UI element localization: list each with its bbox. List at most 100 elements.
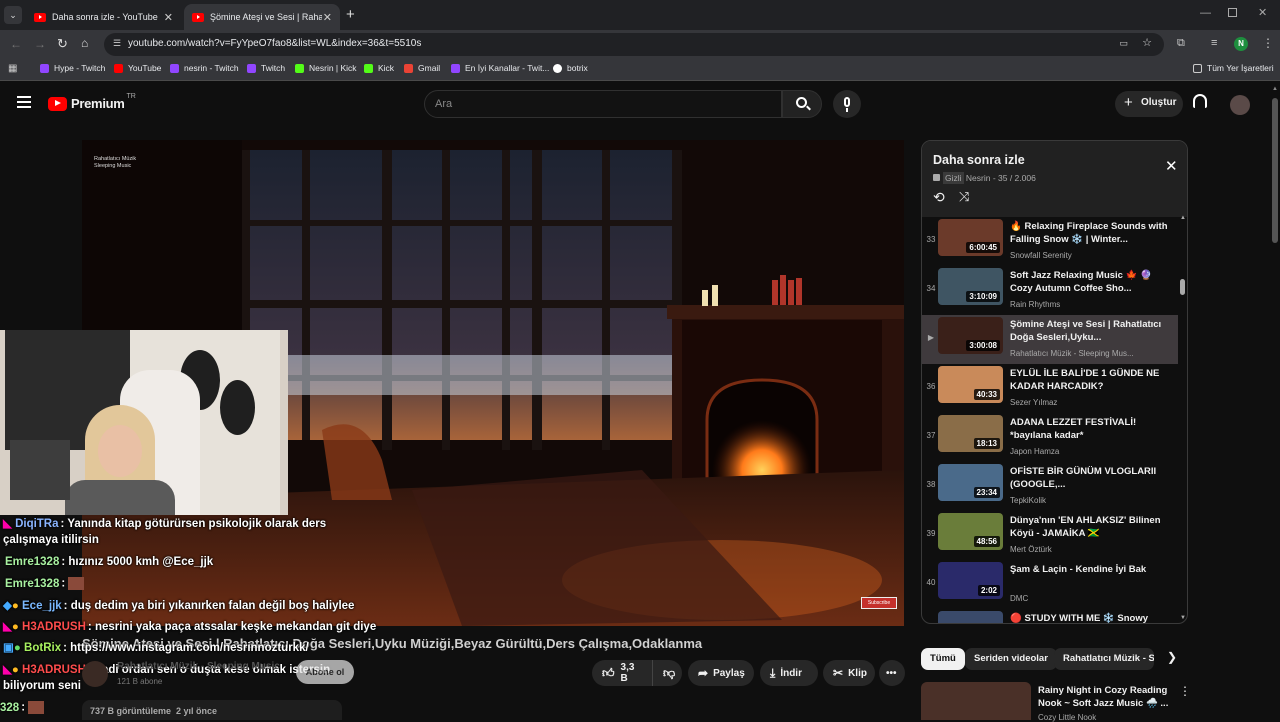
home-icon[interactable]: ⌂ (81, 36, 88, 50)
bookmark-nesrin-kick[interactable]: Nesrin | Kick (295, 63, 357, 73)
hamburger-menu-icon[interactable] (17, 96, 31, 108)
chip-channel[interactable]: Rahatlatıcı Müzik - Sl (1054, 648, 1154, 670)
playlist-item[interactable]: 37 18:13 ADANA LEZZET FESTİVALİ! *bayılana… (922, 413, 1178, 462)
playlist-item-title[interactable]: 🔴 STUDY WITH ME ❄️ Snowy Edition | Cozy … (1010, 612, 1168, 623)
browser-tab-2[interactable]: Şömine Ateşi ve Sesi | Rahatlat ✕ (184, 4, 340, 30)
playlist-item-thumbnail[interactable]: 40:33 (938, 366, 1003, 403)
playlist-item-title[interactable]: 🔥 Relaxing Fireplace Sounds with Falling… (1010, 220, 1168, 247)
bookmark-star-icon[interactable]: ☆ (1142, 36, 1152, 49)
notifications-bell-icon[interactable] (1193, 94, 1207, 108)
cast-icon[interactable]: ▭ (1119, 38, 1128, 49)
create-button[interactable]: + Oluştur (1115, 91, 1183, 117)
playlist-title[interactable]: Daha sonra izle (933, 153, 1025, 167)
playlist-item[interactable]: 33 6:00:45 🔥 Relaxing Fireplace Sounds wit… (922, 217, 1178, 266)
channel-avatar[interactable] (82, 661, 108, 687)
loop-playlist-icon[interactable]: ⟲ (933, 189, 945, 206)
playlist-item-title[interactable]: EYLÜL İLE BALİ'DE 1 GÜNDE NE KADAR HARCA… (1010, 367, 1168, 394)
profile-avatar[interactable]: N (1234, 37, 1248, 51)
playlist-item-title[interactable]: ADANA LEZZET FESTİVALİ! *bayılana kadar* (1010, 416, 1168, 443)
restore-window-icon[interactable] (1228, 8, 1237, 17)
channel-name[interactable]: Rahatlatıcı Müzik - Sleeping Music (117, 661, 287, 672)
close-tab-icon[interactable]: ✕ (323, 11, 332, 24)
bookmark-youtube[interactable]: YouTube (114, 63, 161, 73)
address-bar[interactable]: ☰ youtube.com/watch?v=FyYpeO7fao8&list=W… (104, 33, 1164, 56)
close-tab-icon[interactable]: ✕ (164, 11, 173, 24)
playlist-item-channel[interactable]: Rain Rhythms (1010, 300, 1170, 309)
playlist-item-thumbnail[interactable]: 2:02 (938, 562, 1003, 599)
playlist-item-channel[interactable]: Snowfall Serenity (1010, 251, 1170, 260)
playlist-item-title[interactable]: Şam & Laçin - Kendine İyi Bak (1010, 563, 1168, 590)
chip-series-videos[interactable]: Seriden videolar (965, 648, 1057, 670)
bookmark-botrix[interactable]: botrix (553, 63, 588, 73)
bookmark-gmail[interactable]: Gmail (404, 63, 440, 73)
playlist-item-thumbnail[interactable] (938, 611, 1003, 623)
voice-search-button[interactable] (833, 90, 861, 118)
playlist-scrollbar[interactable]: ▲ ▼ (1180, 215, 1186, 621)
tab-search-button[interactable]: ⌄ (4, 6, 22, 24)
chips-next-arrow-icon[interactable]: ❯ (1167, 650, 1177, 664)
bookmark-en-iyi-kanallar[interactable]: En İyi Kanallar - Twit... (451, 63, 549, 73)
clip-button[interactable]: ✂ Klip (823, 660, 875, 686)
apps-grid-icon[interactable]: ▦ (8, 63, 17, 74)
playlist-item-channel[interactable]: DMC (1010, 594, 1170, 603)
playlist-item-channel[interactable]: Rahatlatıcı Müzik - Sleeping Mus... (1010, 349, 1170, 358)
search-input[interactable]: Ara (424, 90, 782, 118)
playlist-item-title[interactable]: Şömine Ateşi ve Sesi | Rahatlatıcı Doğa … (1010, 318, 1168, 345)
dislike-button[interactable]: 👎︎ (652, 660, 682, 686)
playlist-item-thumbnail[interactable]: 48:56 (938, 513, 1003, 550)
playlist-item-current[interactable]: ▶ 3:00:08 Şömine Ateşi ve Sesi | Rahatlatı… (922, 315, 1178, 364)
like-button[interactable]: 👍︎ 3,3 B (592, 660, 652, 686)
bookmark-twitch[interactable]: Twitch (247, 63, 285, 73)
bookmark-nesrin-twitch[interactable]: nesrin - Twitch (170, 63, 239, 73)
playlist-item-thumbnail[interactable]: 3:00:08 (938, 317, 1003, 354)
playlist-item-thumbnail[interactable]: 18:13 (938, 415, 1003, 452)
playlist-item-thumbnail[interactable]: 3:10:09 (938, 268, 1003, 305)
browser-menu-icon[interactable]: ⋮ (1262, 36, 1274, 50)
new-tab-button[interactable]: + (346, 6, 355, 23)
playlist-item[interactable]: 39 48:56 Dünya'nın 'EN AHLAKSIZ' Bilinen K… (922, 511, 1178, 560)
back-arrow-icon[interactable]: ← (10, 37, 22, 51)
playlist-item-channel[interactable]: Mert Öztürk (1010, 545, 1170, 554)
account-avatar[interactable] (1230, 95, 1250, 115)
recommended-video[interactable]: Rainy Night in Cozy Reading Nook ~ Soft … (921, 682, 1191, 722)
playlist-item-channel[interactable]: TepkiKolik (1010, 496, 1170, 505)
shuffle-icon[interactable]: ⤨ (959, 189, 969, 205)
reload-icon[interactable]: ↻ (57, 36, 68, 52)
all-bookmarks-folder[interactable]: Tüm Yer İşaretleri (1193, 63, 1274, 73)
share-button[interactable]: ➦ Paylaş (688, 660, 754, 686)
close-window-icon[interactable]: ✕ (1258, 6, 1267, 19)
playlist-item-channel[interactable]: Japon Hamza (1010, 447, 1170, 456)
minimize-window-icon[interactable]: — (1200, 7, 1211, 19)
download-button[interactable]: ⤓ İndir (760, 660, 818, 686)
playlist-item[interactable]: 40 2:02 Şam & Laçin - Kendine İyi Bak DMC (922, 560, 1178, 609)
page-scrollbar[interactable]: ▲ (1272, 86, 1278, 720)
more-vertical-icon[interactable]: ⋮ (1179, 684, 1191, 698)
subscribe-button[interactable]: Abone ol (296, 660, 354, 684)
playlist-item-thumbnail[interactable]: 23:34 (938, 464, 1003, 501)
subscribe-overlay-button[interactable]: Subscribe (861, 597, 897, 609)
playlist-item-title[interactable]: Soft Jazz Relaxing Music 🍁 🔮 Cozy Autumn… (1010, 269, 1168, 296)
playlist-item[interactable]: 41🔴 STUDY WITH ME ❄️ Snowy Edition | Coz… (922, 609, 1178, 623)
close-playlist-icon[interactable]: ✕ (1165, 157, 1178, 175)
playlist-item[interactable]: 34 3:10:09 Soft Jazz Relaxing Music 🍁 🔮 Co… (922, 266, 1178, 315)
chip-all[interactable]: Tümü (921, 648, 965, 670)
playlist-item-thumbnail[interactable]: 6:00:45 (938, 219, 1003, 256)
forward-arrow-icon[interactable]: → (34, 37, 46, 51)
playlist-item-title[interactable]: Dünya'nın 'EN AHLAKSIZ' Bilinen Köyü - J… (1010, 514, 1168, 541)
search-button[interactable] (782, 90, 822, 118)
site-info-icon[interactable]: ☰ (113, 38, 121, 49)
recommended-thumbnail[interactable] (921, 682, 1031, 720)
bookmark-kick[interactable]: Kick (364, 63, 394, 73)
recommended-channel[interactable]: Cozy Little Nook (1038, 713, 1096, 722)
playlist-item-title[interactable]: OFİSTE BİR GÜNÜM VLOGLARII (GOOGLE,... (1010, 465, 1168, 492)
browser-tab-1[interactable]: Daha sonra izle - YouTube ✕ (26, 4, 181, 30)
playlist-item[interactable]: 36 40:33 EYLÜL İLE BALİ'DE 1 GÜNDE NE KADA… (922, 364, 1178, 413)
extensions-icon[interactable]: ⧉ (1177, 37, 1185, 50)
more-actions-button[interactable]: ••• (879, 660, 905, 686)
playlist-item[interactable]: 38 23:34 OFİSTE BİR GÜNÜM VLOGLARII (GOOGL… (922, 462, 1178, 511)
media-controls-icon[interactable]: ≡ (1211, 37, 1217, 49)
recommended-title[interactable]: Rainy Night in Cozy Reading Nook ~ Soft … (1038, 684, 1178, 710)
youtube-premium-logo[interactable]: Premium TR (48, 93, 136, 111)
bookmark-hype-twitch[interactable]: Hype - Twitch (40, 63, 105, 73)
playlist-item-channel[interactable]: Sezer Yılmaz (1010, 398, 1170, 407)
